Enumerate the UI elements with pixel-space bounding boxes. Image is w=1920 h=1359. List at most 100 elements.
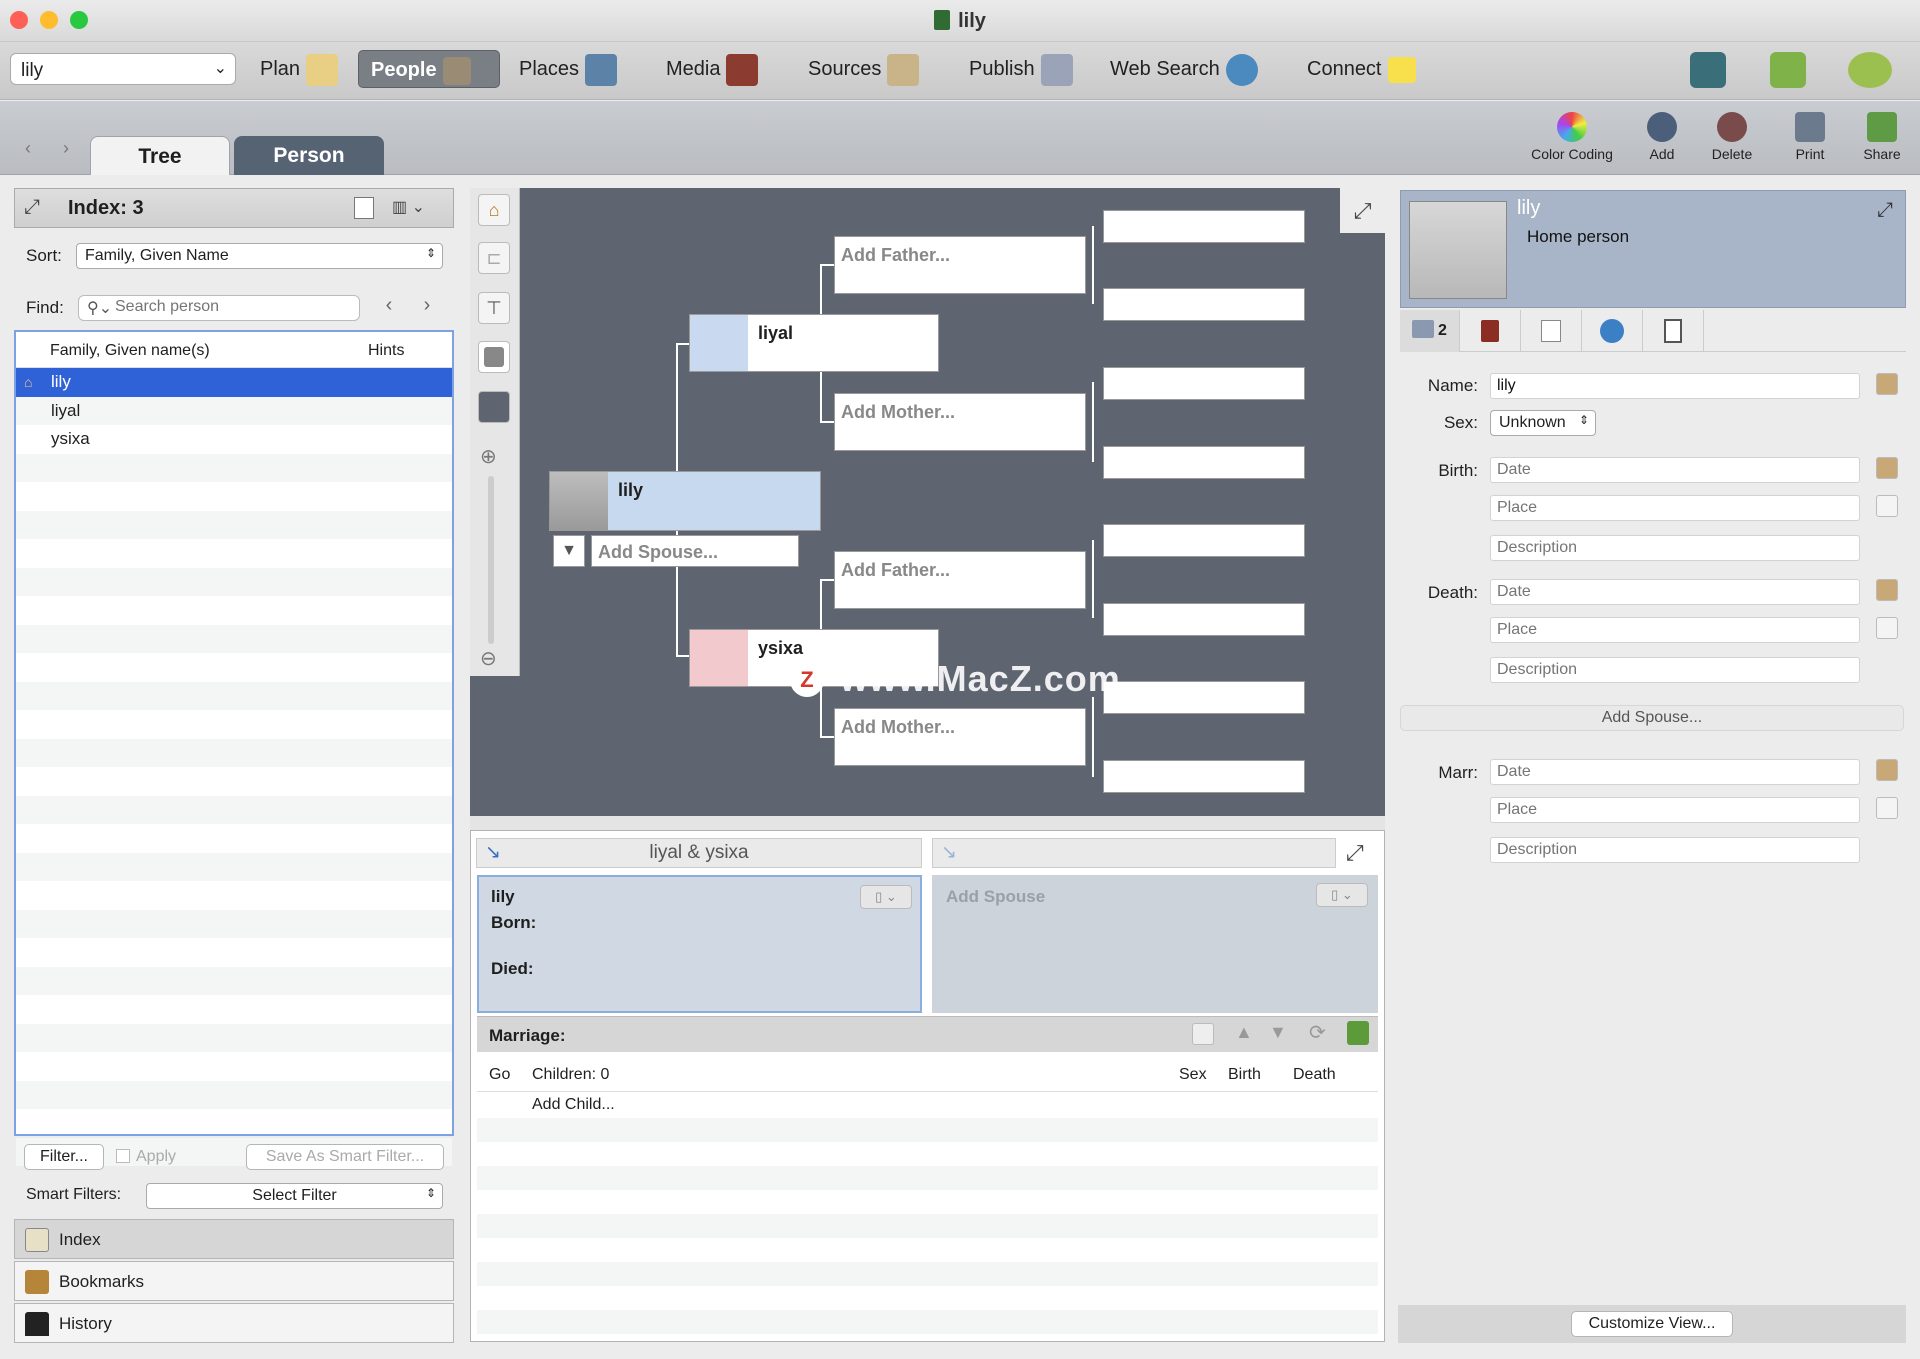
add-spouse-box[interactable]: Add Spouse...: [591, 535, 799, 567]
zoom-out-icon[interactable]: ⊖: [480, 646, 497, 671]
tab-media[interactable]: [1521, 310, 1582, 352]
name-field[interactable]: [1490, 373, 1860, 399]
pedigree-icon[interactable]: ⊤: [478, 292, 510, 324]
empty-ancestor-box[interactable]: [1103, 446, 1305, 479]
place-picker-icon[interactable]: [1876, 797, 1898, 819]
spouse-dropdown-icon[interactable]: ▼: [553, 535, 585, 567]
add-child-row[interactable]: Add Child...: [477, 1092, 1378, 1118]
drawer-history[interactable]: History: [14, 1303, 454, 1343]
person-menu-icon[interactable]: ▯ ⌄: [860, 885, 912, 909]
death-date-field[interactable]: [1490, 579, 1860, 605]
home-icon[interactable]: ⌂: [478, 194, 510, 226]
add-mother-box[interactable]: Add Mother...: [834, 708, 1086, 766]
toolbar-media[interactable]: Media: [666, 50, 759, 88]
dark-theme-icon[interactable]: [478, 391, 510, 423]
add-source-icon[interactable]: [1876, 579, 1898, 601]
arrow-icon[interactable]: ↘: [485, 839, 501, 867]
add-mother-box[interactable]: Add Mother...: [834, 393, 1086, 451]
home-person-box[interactable]: lily: [549, 471, 821, 531]
marriage-place-field[interactable]: [1490, 797, 1860, 823]
tree-expand-icon[interactable]: ⤢: [1340, 188, 1385, 233]
expand-icon[interactable]: ⤢: [24, 196, 48, 220]
back-arrow-icon[interactable]: ‹: [14, 138, 42, 162]
col-sex[interactable]: Sex: [1179, 1066, 1207, 1084]
tab-person[interactable]: Person: [234, 136, 384, 175]
place-picker-icon[interactable]: [1876, 495, 1898, 517]
col-children[interactable]: Children: 0: [532, 1066, 609, 1084]
save-smart-filter-button[interactable]: Save As Smart Filter...: [246, 1144, 444, 1170]
zoom-slider[interactable]: [488, 476, 494, 644]
empty-ancestor-box[interactable]: [1103, 603, 1305, 636]
tab-places[interactable]: [1582, 310, 1643, 352]
customize-view-button[interactable]: Customize View...: [1571, 1311, 1733, 1337]
filter-button[interactable]: Filter...: [24, 1144, 104, 1170]
hierarchy-icon[interactable]: ⊏: [478, 242, 510, 274]
death-description-field[interactable]: [1490, 657, 1860, 683]
add-spouse-card[interactable]: Add Spouse ▯ ⌄: [932, 875, 1378, 1013]
drawer-index[interactable]: Index: [14, 1219, 454, 1259]
avatar[interactable]: [1409, 201, 1507, 299]
person-menu-icon[interactable]: ▯ ⌄: [1316, 883, 1368, 907]
empty-ancestor-box[interactable]: [1103, 681, 1305, 714]
col-go[interactable]: Go: [489, 1066, 510, 1084]
family-tree-icon[interactable]: [1770, 52, 1806, 88]
sort-select[interactable]: Family, Given Name ⇕: [76, 243, 443, 269]
add-source-icon[interactable]: [1876, 759, 1898, 781]
empty-ancestor-box[interactable]: [1103, 524, 1305, 557]
toolbar-web-search[interactable]: Web Search: [1110, 50, 1258, 88]
tree-selector[interactable]: lily ⌄: [10, 53, 236, 85]
toolbar-publish[interactable]: Publish: [969, 50, 1073, 88]
column-name-header[interactable]: Family, Given name(s): [50, 342, 210, 360]
add-source-icon[interactable]: [1876, 457, 1898, 479]
find-previous-button[interactable]: ‹: [376, 294, 402, 320]
empty-ancestor-box[interactable]: [1103, 367, 1305, 400]
add-spouse-button[interactable]: Add Spouse...: [1400, 705, 1904, 731]
marriage-description-field[interactable]: [1490, 837, 1860, 863]
forward-arrow-icon[interactable]: ›: [52, 138, 80, 162]
add-father-box[interactable]: Add Father...: [834, 551, 1086, 609]
share-button[interactable]: Share: [1832, 112, 1920, 162]
empty-ancestor-box[interactable]: [1103, 288, 1305, 321]
search-field[interactable]: ⚲⌄: [78, 295, 360, 321]
toolbar-places[interactable]: Places: [519, 50, 618, 88]
birth-date-field[interactable]: [1490, 457, 1860, 483]
family-tree-icon[interactable]: [1347, 1021, 1369, 1045]
add-fact-icon[interactable]: [1876, 373, 1898, 395]
leaf-icon[interactable]: [1848, 52, 1892, 88]
family-expand-icon[interactable]: ⤢: [1346, 840, 1364, 866]
sex-select[interactable]: Unknown ⇕: [1490, 410, 1596, 436]
col-birth[interactable]: Birth: [1228, 1066, 1261, 1084]
person-view-icon[interactable]: [478, 341, 510, 373]
move-up-icon[interactable]: ▲: [1235, 1022, 1253, 1043]
list-item[interactable]: ysixa: [16, 425, 452, 454]
couple-icon[interactable]: [1192, 1023, 1214, 1045]
editor-expand-icon[interactable]: ⤢: [1877, 199, 1893, 222]
tab-tree[interactable]: Tree: [90, 136, 230, 175]
tab-edit[interactable]: 2: [1400, 310, 1460, 352]
refresh-icon[interactable]: ⟳: [1309, 1020, 1326, 1045]
toolbar-plan[interactable]: Plan: [260, 50, 339, 88]
apply-checkbox[interactable]: Apply: [116, 1148, 176, 1166]
columns-menu-icon[interactable]: ▥ ⌄: [392, 197, 432, 219]
color-coding-button[interactable]: Color Coding: [1522, 112, 1622, 162]
toolbar-connect[interactable]: Connect: [1307, 50, 1416, 88]
birth-place-field[interactable]: [1490, 495, 1860, 521]
death-place-field[interactable]: [1490, 617, 1860, 643]
birth-description-field[interactable]: [1490, 535, 1860, 561]
move-down-icon[interactable]: ▼: [1269, 1022, 1287, 1043]
arrow-icon[interactable]: ↘: [941, 841, 957, 864]
family-person-card[interactable]: lily Born: Died: ▯ ⌄: [477, 875, 922, 1013]
column-hints-header[interactable]: Hints: [368, 342, 404, 360]
find-next-button[interactable]: ›: [414, 294, 440, 320]
add-father-box[interactable]: Add Father...: [834, 236, 1086, 294]
list-item[interactable]: liyal: [16, 396, 452, 425]
marriage-date-field[interactable]: [1490, 759, 1860, 785]
father-box[interactable]: liyal: [689, 314, 939, 372]
place-picker-icon[interactable]: [1876, 617, 1898, 639]
familysearch-icon[interactable]: [1690, 52, 1726, 88]
search-input[interactable]: [115, 298, 351, 316]
empty-ancestor-box[interactable]: [1103, 210, 1305, 243]
toolbar-sources[interactable]: Sources: [808, 50, 920, 88]
drawer-bookmarks[interactable]: Bookmarks: [14, 1261, 454, 1301]
splitter[interactable]: [470, 816, 1385, 830]
